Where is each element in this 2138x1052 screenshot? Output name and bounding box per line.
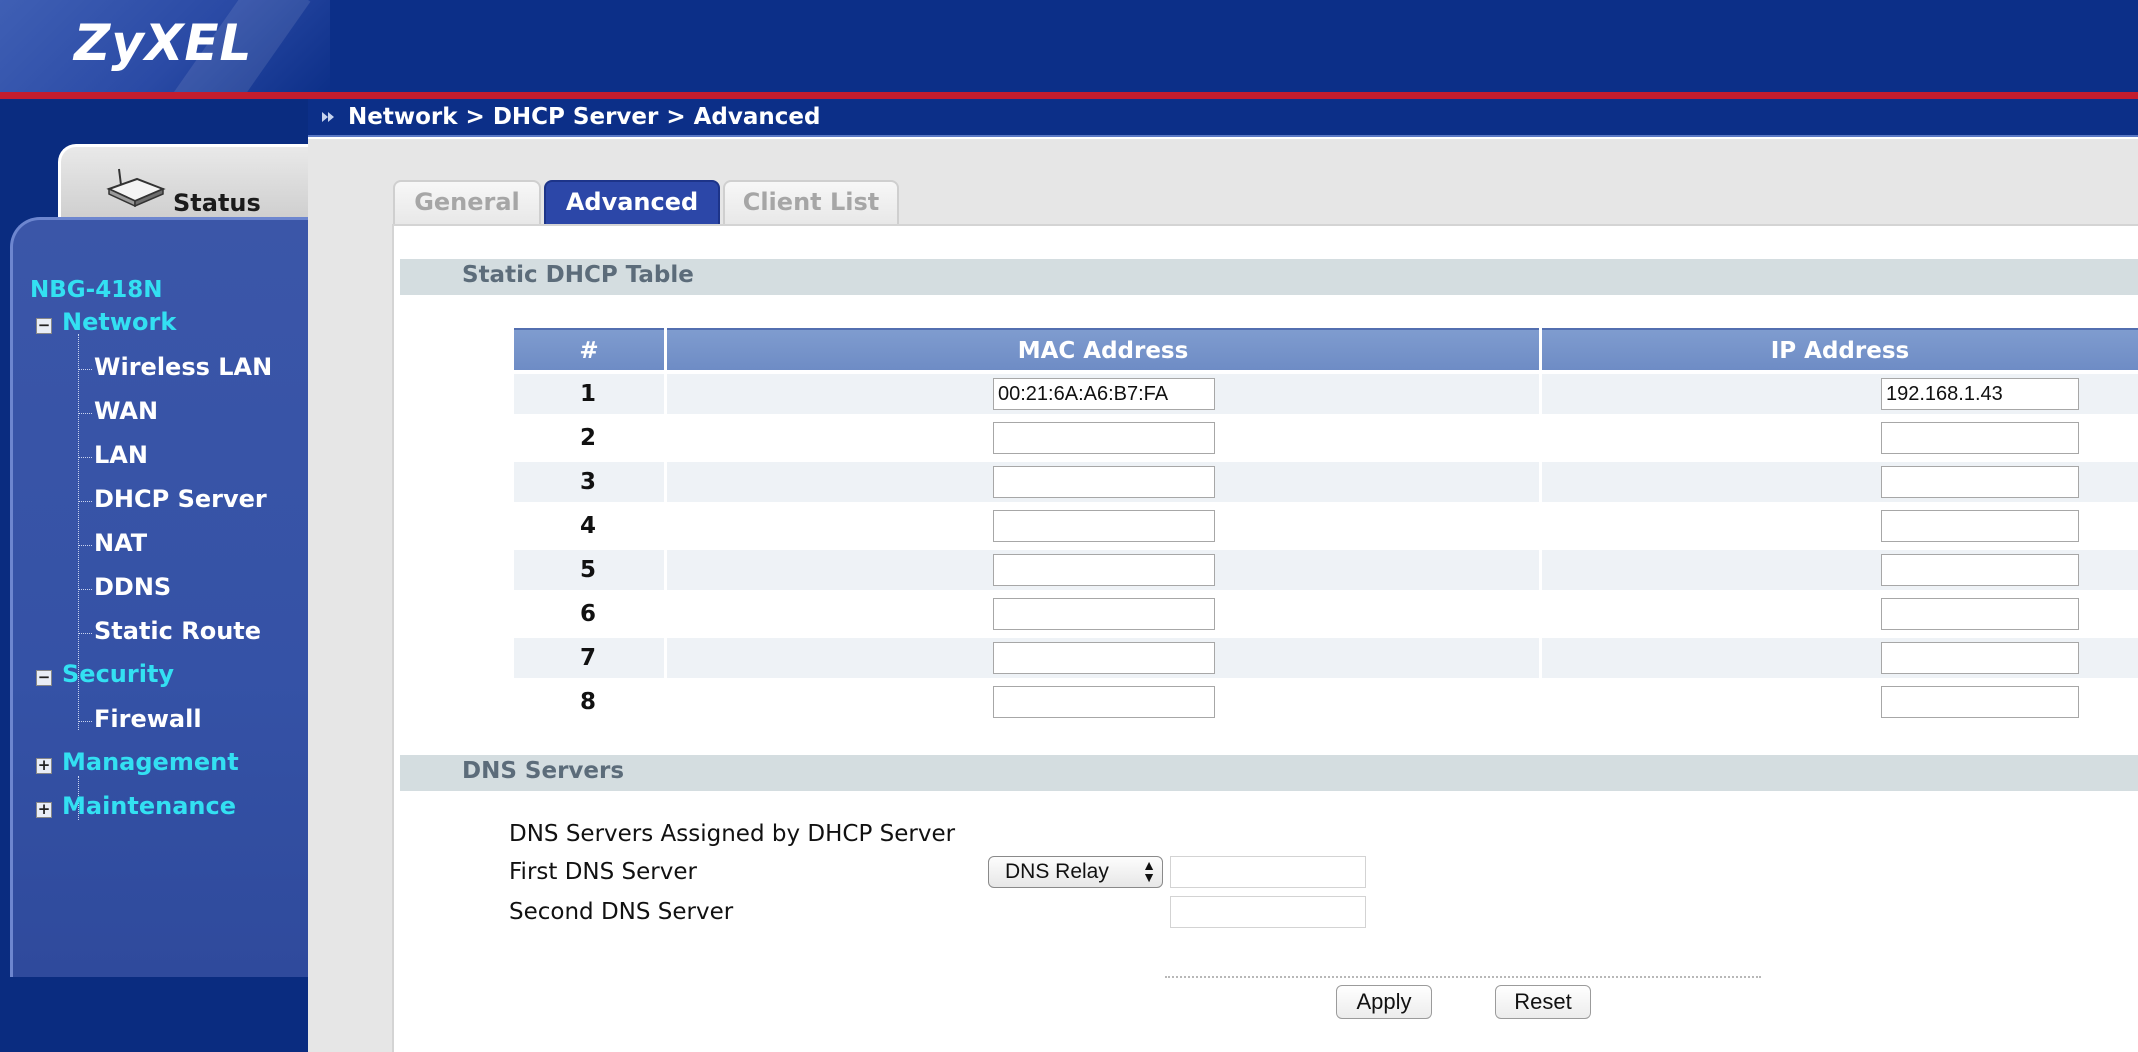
row-number: 7: [579, 645, 596, 671]
tree-line: [78, 413, 92, 414]
collapse-icon[interactable]: −: [36, 670, 52, 686]
mac-input[interactable]: [993, 378, 1215, 410]
ip-input[interactable]: [1881, 554, 2079, 586]
dns-mode-value: DNS Relay: [1005, 860, 1109, 883]
expand-icon[interactable]: +: [36, 802, 52, 818]
ip-input[interactable]: [1881, 510, 2079, 542]
dns-assigned-label: DNS Servers Assigned by DHCP Server: [509, 821, 956, 847]
column-header-ip: IP Address: [1542, 328, 2138, 370]
first-dns-mode-select[interactable]: DNS Relay ▲ ▼: [988, 856, 1163, 888]
reset-button[interactable]: Reset: [1495, 985, 1591, 1019]
breadcrumb-arrow-icon: [320, 109, 338, 127]
nav-wireless-lan[interactable]: Wireless LAN: [94, 353, 272, 381]
mac-input[interactable]: [993, 554, 1215, 586]
breadcrumb: Network > DHCP Server > Advanced: [348, 104, 821, 130]
mac-input[interactable]: [993, 510, 1215, 542]
row-number: 1: [579, 381, 596, 407]
tree-line: [78, 501, 92, 502]
nav-static-route[interactable]: Static Route: [94, 617, 261, 645]
ip-input[interactable]: [1881, 686, 2079, 718]
tab-advanced[interactable]: Advanced: [544, 180, 720, 224]
tree-line: [78, 589, 92, 590]
tree-line: [78, 721, 92, 722]
row-number: 3: [579, 469, 596, 495]
breadcrumb-bar: Network > DHCP Server > Advanced: [308, 99, 2138, 137]
second-dns-label: Second DNS Server: [509, 899, 734, 925]
nav-ddns[interactable]: DDNS: [94, 573, 171, 601]
tree-line: [78, 545, 92, 546]
column-header-mac: MAC Address: [667, 328, 1539, 370]
top-header: ZyXEL: [0, 0, 2138, 94]
ip-input[interactable]: [1881, 422, 2079, 454]
tree-line: [78, 457, 92, 458]
nav-nat[interactable]: NAT: [94, 529, 147, 557]
column-header-num: #: [514, 328, 664, 370]
router-icon: [103, 167, 167, 208]
first-dns-input[interactable]: [1170, 856, 1366, 888]
select-arrows-icon: ▲ ▼: [1142, 857, 1156, 885]
row-number: 8: [579, 689, 596, 715]
tab-general[interactable]: General: [393, 180, 541, 224]
device-name: NBG-418N: [30, 277, 163, 303]
apply-button[interactable]: Apply: [1336, 985, 1432, 1019]
status-label: Status: [173, 189, 261, 217]
mac-input[interactable]: [993, 466, 1215, 498]
nav-security[interactable]: Security: [62, 660, 174, 688]
expand-icon[interactable]: +: [36, 758, 52, 774]
tree-line: [78, 633, 92, 634]
section-title: DNS Servers: [462, 758, 625, 784]
nav-management[interactable]: Management: [62, 748, 239, 776]
section-dns-servers: DNS Servers: [400, 755, 2138, 791]
nav-network[interactable]: Network: [62, 308, 176, 336]
nav-wan[interactable]: WAN: [94, 397, 158, 425]
mac-input[interactable]: [993, 686, 1215, 718]
header-accent-line: [0, 92, 2138, 99]
row-number: 5: [579, 557, 596, 583]
section-title: Static DHCP Table: [462, 262, 694, 288]
first-dns-label: First DNS Server: [509, 859, 697, 885]
mac-input[interactable]: [993, 422, 1215, 454]
logo-panel: ZyXEL: [0, 0, 330, 94]
section-static-dhcp: Static DHCP Table: [400, 259, 2138, 295]
mac-input[interactable]: [993, 598, 1215, 630]
ip-input[interactable]: [1881, 642, 2079, 674]
sidebar: Status NBG-418N − Network Wireless LAN W…: [0, 99, 308, 1052]
nav-dhcp-server[interactable]: DHCP Server: [94, 485, 267, 513]
nav-lan[interactable]: LAN: [94, 441, 148, 469]
row-number: 2: [579, 425, 596, 451]
nav-maintenance[interactable]: Maintenance: [62, 792, 236, 820]
tree-line: [78, 369, 92, 370]
row-number: 4: [579, 513, 596, 539]
row-number: 6: [579, 601, 596, 627]
zyxel-logo: ZyXEL: [74, 14, 253, 72]
ip-input[interactable]: [1881, 466, 2079, 498]
ip-input[interactable]: [1881, 378, 2079, 410]
divider: [1165, 976, 1761, 978]
tab-client-list[interactable]: Client List: [723, 180, 899, 224]
collapse-icon[interactable]: −: [36, 318, 52, 334]
second-dns-input[interactable]: [1170, 896, 1366, 928]
mac-input[interactable]: [993, 642, 1215, 674]
nav-firewall[interactable]: Firewall: [94, 705, 202, 733]
ip-input[interactable]: [1881, 598, 2079, 630]
